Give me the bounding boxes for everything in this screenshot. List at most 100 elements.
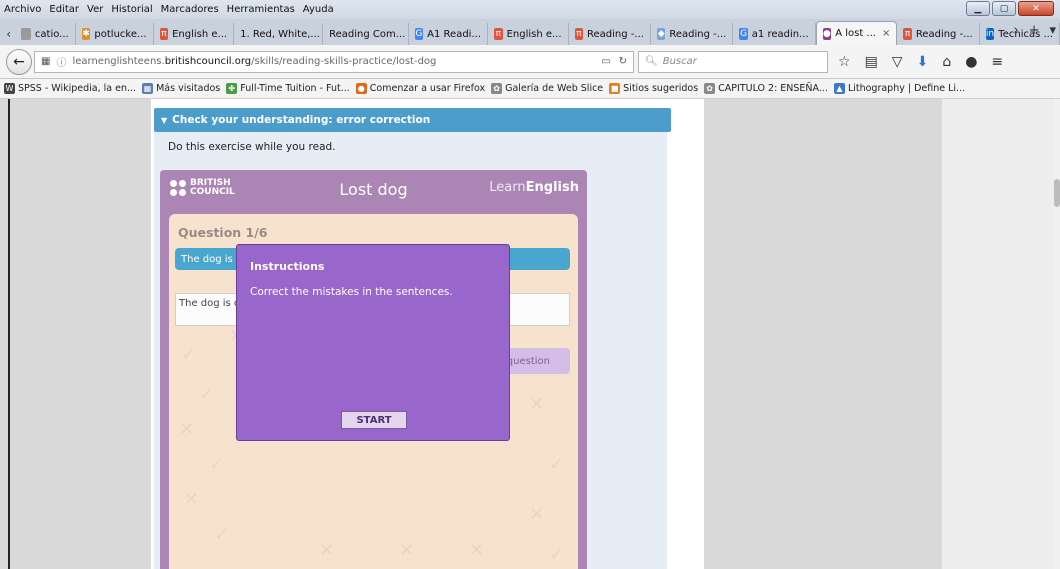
page-left-border xyxy=(8,99,10,569)
bookmark-item[interactable]: ● Comenzar a usar Firefox xyxy=(355,83,486,94)
background-check-icon: ✓ xyxy=(549,544,565,565)
tab[interactable]: 1. Red, White,... xyxy=(234,23,324,45)
tab-label: English e... xyxy=(506,28,562,40)
brand-light: Learn xyxy=(489,180,526,195)
url-host: britishcouncil.org xyxy=(164,56,252,67)
tab-scroll-left-icon[interactable]: ‹ xyxy=(2,23,15,45)
tab-label: a1 readin... xyxy=(751,28,809,40)
start-button[interactable]: START xyxy=(341,411,407,429)
menu-icon[interactable]: ≡ xyxy=(991,54,1003,70)
menu-historial[interactable]: Historial xyxy=(111,4,152,15)
tab-label: Reading Com... xyxy=(329,28,406,40)
toolbar-icons: ☆ ▤ ▽ ⬇ ⌂ ● ≡ xyxy=(838,54,1003,70)
search-icon: 🔍︎ xyxy=(645,56,658,67)
tab-label: English e... xyxy=(172,28,228,40)
tab[interactable]: catio... xyxy=(15,23,76,45)
bookmark-label: CAPITULO 2: ENSEÑA... xyxy=(718,83,828,94)
reader-view-icon[interactable]: ▭ xyxy=(601,56,610,67)
bookmark-item[interactable]: ▲ Lithography | Define Li... xyxy=(833,83,966,94)
bookmark-label: Lithography | Define Li... xyxy=(847,83,966,94)
close-window-icon[interactable]: ✕ xyxy=(1018,1,1054,16)
tab-favicon-icon: π xyxy=(494,28,503,40)
google-icon: G xyxy=(739,28,748,40)
scrollbar-thumb[interactable] xyxy=(1054,179,1060,207)
tab[interactable]: ✱ potlucke... xyxy=(76,23,154,45)
bookmark-item[interactable]: ✤ Full-Time Tuition - Fut... xyxy=(226,83,350,94)
back-button[interactable]: ← xyxy=(6,48,32,75)
close-tab-icon[interactable]: × xyxy=(882,28,890,39)
background-check-icon: ✓ xyxy=(181,344,197,365)
menu-bar: Archivo Editar Ver Historial Marcadores … xyxy=(0,0,1060,19)
tab-label: Reading -... xyxy=(915,28,973,40)
firefox-icon: ● xyxy=(355,83,367,94)
tab-label: 1. Red, White,... xyxy=(240,28,320,40)
brand-bold: English xyxy=(525,180,579,195)
new-tab-icon[interactable]: + xyxy=(1029,23,1040,38)
tab-favicon-icon: π xyxy=(574,28,584,40)
tab-favicon-icon xyxy=(21,28,31,40)
menu-marcadores[interactable]: Marcadores xyxy=(161,4,219,15)
tab[interactable]: G A1 Readi... xyxy=(409,23,488,45)
bookmark-label: Comenzar a usar Firefox xyxy=(369,83,486,94)
back-arrow-icon: ← xyxy=(13,53,25,70)
page-viewport: ▼ Check your understanding: error correc… xyxy=(0,99,1060,569)
menu-ayuda[interactable]: Ayuda xyxy=(303,4,334,15)
bookmark-item[interactable]: ✿ Galería de Web Slice xyxy=(491,83,603,94)
tab[interactable]: Ga1 readin... xyxy=(733,23,816,45)
bookmark-label: Sitios sugeridos xyxy=(623,83,699,94)
maximize-icon[interactable]: ▢ xyxy=(992,1,1016,16)
background-check-icon: ✓ xyxy=(209,454,225,475)
info-icon[interactable]: ⓘ xyxy=(56,54,66,69)
tab[interactable]: Reading Com... xyxy=(323,23,409,45)
exercise-instruction: Do this exercise while you read. xyxy=(168,141,336,153)
download-icon[interactable]: ⬇ xyxy=(917,54,929,70)
bookmark-label: SPSS - Wikipedia, la en... xyxy=(18,83,137,94)
tab[interactable]: π English e... xyxy=(488,23,569,45)
tab-list-icon[interactable]: ▾ xyxy=(1049,23,1056,38)
bookmark-item[interactable]: W SPSS - Wikipedia, la en... xyxy=(4,83,136,94)
tab-label: Reading -... xyxy=(669,28,727,40)
tab-label: catio... xyxy=(34,28,69,40)
menu-archivo[interactable]: Archivo xyxy=(4,4,41,15)
tab-label: potlucke... xyxy=(94,28,147,40)
most-visited-icon: ▦ xyxy=(142,83,154,94)
url-prefix: learnenglishteens. xyxy=(72,56,165,67)
collapse-triangle-icon: ▼ xyxy=(161,115,168,125)
tab[interactable]: π English e... xyxy=(154,23,235,45)
tab-favicon-icon: π xyxy=(903,28,912,40)
section-header[interactable]: ▼ Check your understanding: error correc… xyxy=(154,108,671,132)
bookmark-item[interactable]: ▦ Más visitados xyxy=(142,83,220,94)
tab-scroll-right-icon[interactable]: › xyxy=(1013,23,1018,38)
home-icon[interactable]: ⌂ xyxy=(942,54,951,70)
lesson-header: BRITISH COUNCIL Lost dog LearnEnglish xyxy=(160,170,587,207)
search-input[interactable]: 🔍︎ Buscar xyxy=(638,50,828,73)
bookmarks-menu-icon[interactable]: ▤ xyxy=(865,54,878,70)
tab-label: A lost ... xyxy=(835,28,876,39)
chat-icon[interactable]: ● xyxy=(965,54,977,70)
menu-ver[interactable]: Ver xyxy=(87,4,103,15)
bookmark-label: Full-Time Tuition - Fut... xyxy=(240,83,350,94)
search-placeholder: Buscar xyxy=(662,56,697,67)
linkedin-icon: in xyxy=(985,28,995,40)
tab-active[interactable]: ● A lost ... × xyxy=(815,21,898,45)
instructions-modal: Instructions Correct the mistakes in the… xyxy=(236,244,510,441)
pocket-icon[interactable]: ▽ xyxy=(892,54,903,70)
url-bar[interactable]: ▦ ⓘ learnenglishteens. britishcouncil.org… xyxy=(34,50,634,73)
tab-bar-controls: › + ▾ xyxy=(1013,23,1056,38)
tab[interactable]: ◆ Reading -... xyxy=(651,23,734,45)
wikipedia-icon: W xyxy=(4,83,15,94)
bookmark-item[interactable]: ■ Sitios sugeridos xyxy=(609,83,698,94)
reload-icon[interactable]: ↻ xyxy=(619,56,627,67)
tab[interactable]: π Reading -... xyxy=(569,23,651,45)
minimize-icon[interactable]: ▁ xyxy=(966,1,990,16)
menu-herramientas[interactable]: Herramientas xyxy=(227,4,295,15)
bookmark-star-icon[interactable]: ☆ xyxy=(838,54,851,70)
tab[interactable]: π Reading -... xyxy=(897,23,980,45)
menu-editar[interactable]: Editar xyxy=(49,4,79,15)
bookmark-label: Más visitados xyxy=(156,83,221,94)
page-icon: ▦ xyxy=(41,56,51,67)
bookmark-item[interactable]: ✿ CAPITULO 2: ENSEÑA... xyxy=(704,83,828,94)
background-cross-icon: ✕ xyxy=(469,540,485,561)
page-scrollbar[interactable] xyxy=(1054,99,1060,569)
background-check-icon: ✓ xyxy=(549,454,565,475)
